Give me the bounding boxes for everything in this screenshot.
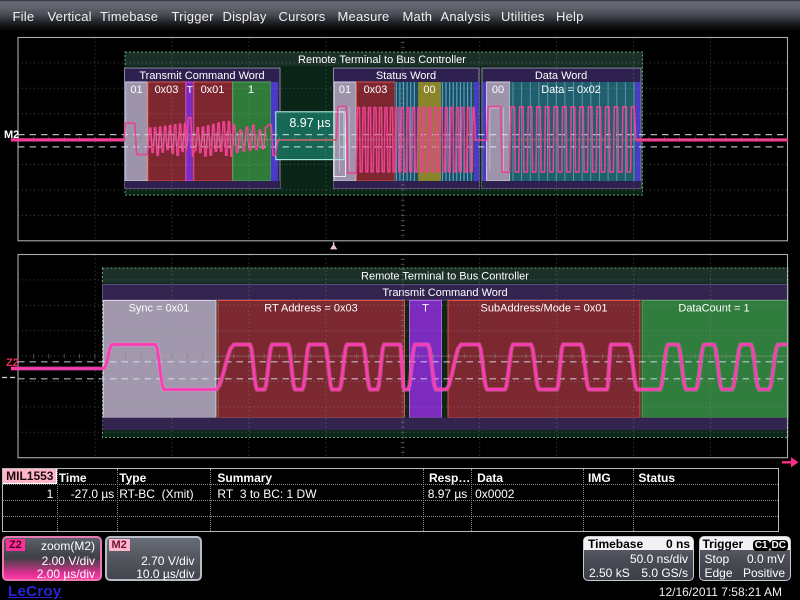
svg-text:Data = 0x02: Data = 0x02: [541, 84, 601, 96]
svg-text:0x01: 0x01: [201, 84, 225, 96]
svg-text:Transmit Command Word: Transmit Command Word: [139, 70, 264, 82]
svg-text:T: T: [422, 303, 429, 315]
svg-text:DataCount = 1: DataCount = 1: [678, 303, 749, 315]
svg-text:0x03: 0x03: [155, 84, 179, 96]
svg-text:SubAddress/Mode = 0x01: SubAddress/Mode = 0x01: [481, 303, 608, 315]
svg-text:01: 01: [339, 84, 351, 96]
svg-text:Remote Terminal to Bus Control: Remote Terminal to Bus Controller: [298, 54, 466, 66]
svg-text:RT Address = 0x03: RT Address = 0x03: [264, 303, 357, 315]
svg-text:01: 01: [130, 84, 142, 96]
svg-text:0x03: 0x03: [364, 84, 388, 96]
svg-text:00: 00: [492, 84, 504, 96]
svg-text:Transmit Command Word: Transmit Command Word: [382, 287, 507, 299]
svg-text:Data Word: Data Word: [535, 70, 587, 82]
svg-text:T: T: [187, 84, 194, 96]
svg-text:00: 00: [423, 84, 435, 96]
svg-text:8.97 µs: 8.97 µs: [289, 116, 330, 130]
svg-text:Sync = 0x01: Sync = 0x01: [129, 303, 190, 315]
svg-text:Remote Terminal to Bus Control: Remote Terminal to Bus Controller: [361, 271, 529, 283]
svg-text:Status Word: Status Word: [376, 70, 436, 82]
